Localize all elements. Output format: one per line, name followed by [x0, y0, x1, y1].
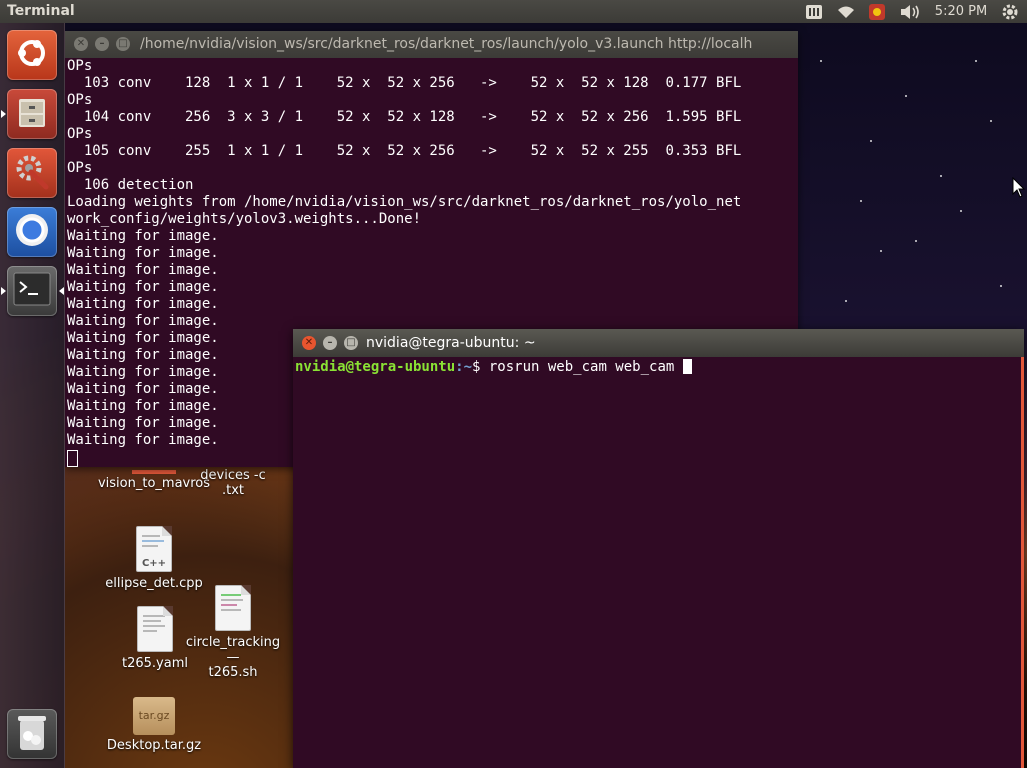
maximize-icon: □	[346, 337, 356, 348]
chromium-icon	[13, 211, 51, 253]
close-icon: ✕	[304, 337, 314, 348]
gear-icon[interactable]	[998, 0, 1022, 23]
trash-button[interactable]	[7, 709, 57, 759]
launcher	[0, 23, 65, 768]
terminal-line: 104 conv 256 3 x 3 / 1 52 x 52 x 128 -> …	[67, 109, 742, 125]
ubuntu-dash-button[interactable]	[7, 30, 57, 80]
desktop-item-desktop-tar[interactable]: tar.gz Desktop.tar.gz	[102, 697, 206, 753]
terminal-line: OPs	[67, 126, 93, 142]
terminal-line: Waiting for image.	[67, 313, 219, 329]
terminal-icon	[13, 272, 51, 310]
cpp-file-icon: C++	[136, 526, 172, 572]
command-text: rosrun web_cam web_cam	[488, 359, 683, 375]
minimize-icon: –	[327, 337, 333, 348]
archive-icon: tar.gz	[133, 697, 175, 735]
clock[interactable]: 5:20 PM	[930, 0, 992, 23]
chromium-button[interactable]	[7, 207, 57, 257]
desktop-item-vision-to-mavros[interactable]: vision_to_mavros	[96, 470, 212, 491]
terminal-line: OPs	[67, 58, 93, 74]
file-cabinet-icon	[14, 94, 50, 134]
terminal-line: Waiting for image.	[67, 296, 219, 312]
keyboard-icon[interactable]	[803, 0, 825, 23]
settings-tools-icon	[13, 152, 51, 194]
files-button[interactable]	[7, 89, 57, 139]
window-titlebar[interactable]: ✕ – □ nvidia@tegra-ubuntu: ~	[293, 329, 1024, 357]
script-file-icon	[215, 585, 251, 631]
terminal-line: Waiting for image.	[67, 228, 219, 244]
close-icon: ✕	[76, 38, 86, 49]
desktop-item-devices[interactable]: devices -c .txt	[196, 468, 270, 498]
terminal-line: OPs	[67, 160, 93, 176]
close-button[interactable]: ✕	[74, 37, 88, 51]
minimize-button[interactable]: –	[95, 37, 109, 51]
terminal-line: Loading weights from /home/nvidia/vision…	[67, 194, 742, 210]
prompt-path: :~	[455, 359, 473, 375]
desktop-item-circle-tracking[interactable]: circle_tracking— t265.sh	[180, 585, 286, 680]
folder-icon	[132, 470, 176, 474]
terminal-line: Waiting for image.	[67, 245, 219, 261]
maximize-icon: □	[118, 38, 128, 49]
window-titlebar[interactable]: ✕ – □ /home/nvidia/vision_ws/src/darknet…	[65, 31, 798, 58]
ubuntu-logo-icon	[14, 35, 50, 75]
input-method-icon[interactable]	[866, 0, 888, 23]
minimize-icon: –	[99, 38, 105, 49]
prompt-user: nvidia@tegra-ubuntu	[295, 359, 456, 375]
window-title: nvidia@tegra-ubuntu: ~	[366, 335, 536, 351]
terminal-cursor	[682, 359, 692, 374]
system-settings-button[interactable]	[7, 148, 57, 198]
prompt-symbol: $	[472, 359, 489, 375]
close-button[interactable]: ✕	[302, 336, 316, 350]
maximize-button[interactable]: □	[116, 37, 130, 51]
terminal-button[interactable]	[7, 266, 57, 316]
minimize-button[interactable]: –	[323, 336, 337, 350]
terminal-line: work_config/weights/yolov3.weights...Don…	[67, 211, 422, 227]
window-title: /home/nvidia/vision_ws/src/darknet_ros/d…	[140, 36, 753, 52]
mouse-pointer-icon	[1012, 176, 1026, 203]
text-file-icon	[137, 606, 173, 652]
terminal-line: 105 conv 255 1 x 1 / 1 52 x 52 x 256 -> …	[67, 143, 742, 159]
terminal-window-shell[interactable]: ✕ – □ nvidia@tegra-ubuntu: ~ nvidia@tegr…	[293, 329, 1024, 768]
terminal-input-line[interactable]: nvidia@tegra-ubuntu:~$ rosrun web_cam we…	[295, 359, 1022, 376]
active-app-title: Terminal	[7, 3, 75, 19]
wifi-icon[interactable]	[834, 0, 858, 23]
top-panel: Terminal 5:20 PM	[0, 0, 1027, 23]
terminal-line: Waiting for image.	[67, 279, 219, 295]
maximize-button[interactable]: □	[344, 336, 358, 350]
terminal-line: 103 conv 128 1 x 1 / 1 52 x 52 x 256 -> …	[67, 75, 742, 91]
terminal-cursor	[67, 449, 78, 468]
trash-icon	[15, 712, 49, 756]
terminal-line: Waiting for image.	[67, 262, 219, 278]
terminal-line: OPs	[67, 92, 93, 108]
terminal-line: 106 detection	[67, 177, 194, 193]
desktop-item-ellipse-det[interactable]: C++ ellipse_det.cpp	[104, 526, 204, 591]
scrollbar[interactable]	[1021, 357, 1024, 768]
volume-icon[interactable]	[897, 0, 923, 23]
